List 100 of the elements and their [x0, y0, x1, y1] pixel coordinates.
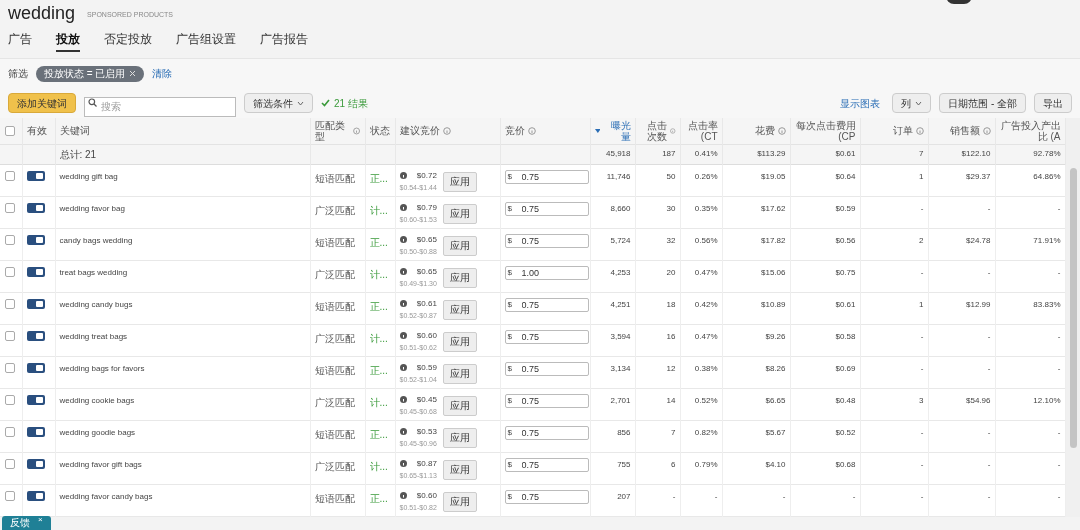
currency-symbol: $ [507, 203, 512, 214]
data-cell: - [1057, 491, 1061, 501]
apply-button[interactable]: 应用 [442, 491, 477, 512]
info-icon [399, 428, 407, 435]
column-header[interactable]: 竞价 [504, 125, 525, 137]
suggested-bid: $0.60 [416, 329, 437, 342]
column-header[interactable]: 有效 [26, 125, 47, 137]
checkbox[interactable] [5, 170, 15, 181]
data-cell: - [920, 267, 924, 277]
column-header[interactable]: 订单 [892, 125, 913, 137]
tab[interactable]: 广告 [8, 30, 32, 50]
checkbox[interactable] [5, 266, 15, 277]
feedback-tab[interactable]: 反馈 × [2, 516, 51, 530]
column-header[interactable]: 销售额 [949, 125, 980, 137]
data-cell: $8.26 [765, 363, 786, 373]
date-range-button[interactable]: 日期范围 - 全部 [939, 93, 1026, 113]
info-icon [399, 332, 407, 339]
toggle-switch[interactable] [26, 362, 45, 373]
match-type-cell: 广泛匹配 [314, 396, 355, 408]
total-cell: 92.78% [1033, 149, 1061, 158]
clear-link[interactable]: 清除 [152, 66, 173, 81]
search-field[interactable]: 搜索 [84, 96, 236, 117]
apply-button[interactable]: 应用 [442, 459, 477, 480]
toggle-switch[interactable] [26, 458, 45, 469]
data-cell: - [920, 427, 924, 437]
status-cell: 计... [369, 460, 388, 472]
apply-button[interactable]: 应用 [442, 331, 477, 352]
checkbox[interactable] [5, 125, 15, 136]
data-cell: 14 [666, 395, 676, 405]
data-cell: 8,660 [610, 203, 631, 213]
keyword-cell: wedding goodie bags [59, 427, 136, 437]
info-icon [399, 492, 407, 499]
checkbox[interactable] [5, 458, 15, 469]
data-cell: $19.05 [761, 171, 786, 181]
suggested-bid: $0.72 [416, 169, 437, 182]
tab[interactable]: 投放 [56, 30, 80, 52]
filter-chip[interactable]: 投放状态 = 已启用 [36, 65, 145, 82]
apply-button[interactable]: 应用 [442, 171, 477, 192]
checkbox[interactable] [5, 234, 15, 245]
toggle-switch[interactable] [26, 298, 45, 309]
checkbox[interactable] [5, 490, 15, 501]
currency-symbol: $ [507, 395, 512, 406]
add-keyword-button[interactable]: 添加关键词 [8, 93, 76, 113]
currency-symbol: $ [507, 299, 512, 310]
apply-button[interactable]: 应用 [442, 395, 477, 416]
data-cell: $10.89 [761, 299, 786, 309]
apply-button[interactable]: 应用 [442, 427, 477, 448]
column-header[interactable]: 点击率 (CT [684, 119, 718, 142]
currency-symbol: $ [507, 171, 512, 182]
total-cell: $113.29 [757, 149, 786, 158]
columns-dropdown[interactable]: 列 [892, 93, 932, 113]
tab[interactable]: 广告组设置 [176, 30, 236, 50]
data-cell: - [714, 491, 718, 501]
column-header[interactable]: 花费 [754, 125, 775, 137]
toggle-switch[interactable] [26, 266, 45, 277]
data-cell: $6.65 [765, 395, 786, 405]
column-header[interactable]: 匹配类型 [314, 119, 351, 142]
column-header[interactable]: 建议竞价 [399, 125, 440, 137]
toggle-switch[interactable] [26, 202, 45, 213]
apply-button[interactable]: 应用 [442, 235, 477, 256]
export-button[interactable]: 导出 [1034, 93, 1072, 113]
checkbox[interactable] [5, 202, 15, 213]
apply-button[interactable]: 应用 [442, 203, 477, 224]
show-chart-link[interactable]: 显示图表 [840, 95, 881, 111]
tab[interactable]: 否定投放 [104, 30, 152, 50]
data-cell: 0.47% [694, 331, 718, 341]
data-cell: 0.47% [694, 267, 718, 277]
column-header[interactable]: 状态 [369, 125, 390, 137]
toggle-switch[interactable] [26, 394, 45, 405]
toggle-switch[interactable] [26, 490, 45, 501]
data-cell: - [920, 459, 924, 469]
info-icon [399, 204, 407, 211]
checkbox[interactable] [5, 394, 15, 405]
match-type-cell: 广泛匹配 [314, 332, 355, 344]
info-icon [777, 126, 786, 135]
tab[interactable]: 广告报告 [260, 30, 308, 50]
column-header[interactable]: 广告投入产出比 (A [999, 119, 1061, 142]
column-header[interactable]: 每次点击费用 (CP [794, 119, 856, 142]
data-cell: - [920, 203, 924, 213]
apply-button[interactable]: 应用 [442, 363, 477, 384]
apply-button[interactable]: 应用 [442, 267, 477, 288]
toggle-switch[interactable] [26, 234, 45, 245]
toggle-switch[interactable] [26, 426, 45, 437]
data-cell: $0.68 [835, 459, 856, 469]
column-header[interactable]: 关键词 [59, 125, 90, 137]
total-label: 总计: 21 [59, 148, 97, 160]
column-header[interactable]: 点击次数 [639, 119, 667, 142]
checkbox[interactable] [5, 362, 15, 373]
checkbox[interactable] [5, 298, 15, 309]
data-cell: - [987, 427, 991, 437]
keyword-cell: wedding treat bags [59, 331, 128, 341]
currency-symbol: $ [507, 235, 512, 246]
close-button[interactable]: × [38, 516, 43, 524]
toggle-switch[interactable] [26, 330, 45, 341]
column-header[interactable]: 曝光量 [602, 119, 631, 142]
checkbox[interactable] [5, 330, 15, 341]
checkbox[interactable] [5, 426, 15, 437]
filter-dropdown[interactable]: 筛选条件 [244, 93, 313, 113]
toggle-switch[interactable] [26, 170, 45, 181]
apply-button[interactable]: 应用 [442, 299, 477, 320]
